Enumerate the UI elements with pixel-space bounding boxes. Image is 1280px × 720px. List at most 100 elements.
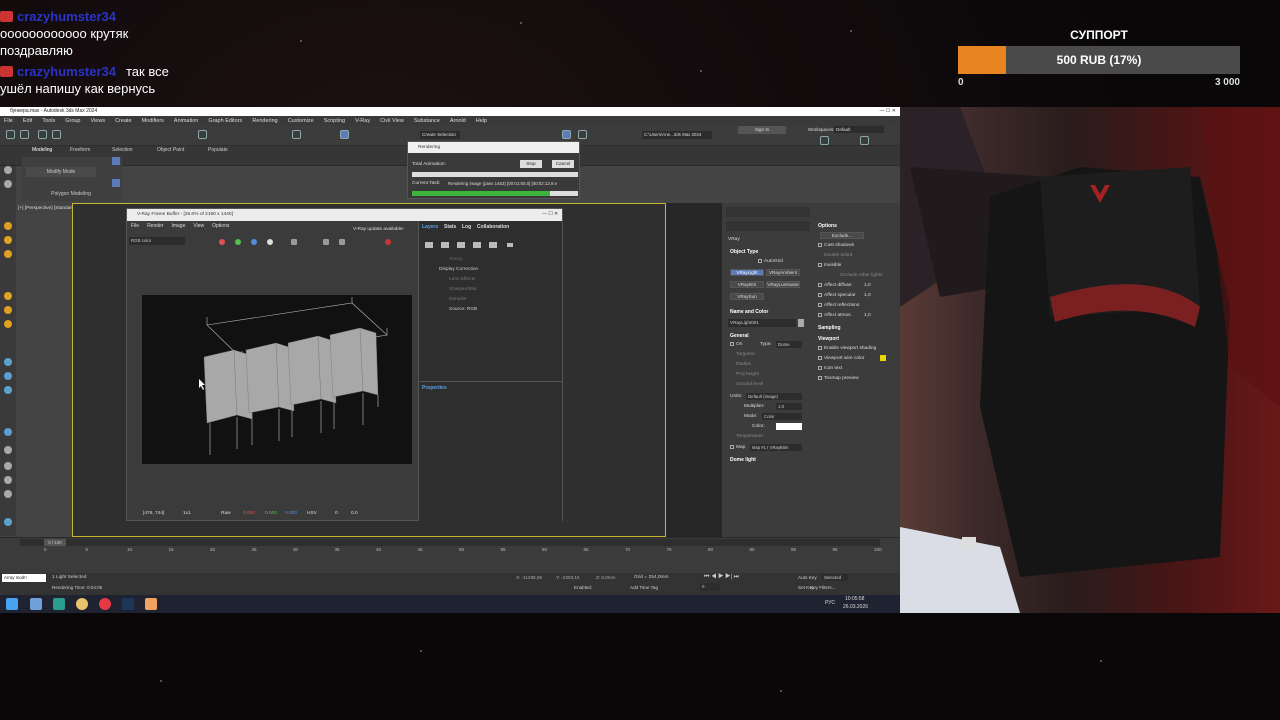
vray-icon[interactable]	[4, 518, 12, 526]
object-name-field[interactable]: VRayLight001	[728, 319, 796, 327]
time-slider[interactable]: 0 / 100	[20, 539, 880, 546]
sphere-icon[interactable]	[4, 446, 12, 454]
app-icon[interactable]	[99, 598, 111, 610]
object-type-header[interactable]: Object Type	[730, 249, 758, 255]
name-color-header[interactable]: Name and Color	[730, 309, 768, 315]
menu-item-customize[interactable]: Customize	[288, 116, 314, 126]
link-icon[interactable]	[38, 130, 47, 139]
menu-item-animation[interactable]: Animation	[174, 116, 198, 126]
double-sided-checkbox[interactable]: Double-sided	[824, 253, 852, 258]
exclude-button[interactable]: Exclude...	[820, 232, 864, 239]
affect-diffuse-value[interactable]: 1,0	[864, 283, 871, 288]
on-checkbox[interactable]: On	[730, 342, 742, 347]
create-category-icons[interactable]	[726, 221, 810, 231]
wire-color-checkbox[interactable]: Viewport wire color	[818, 356, 864, 361]
folder-icon[interactable]	[145, 598, 157, 610]
region-render-icon[interactable]	[323, 239, 329, 245]
general-header[interactable]: General	[730, 333, 749, 339]
menu-item-edit[interactable]: Edit	[23, 116, 32, 126]
layer-item[interactable]: Sharpen/Blur	[449, 287, 477, 292]
object-color-swatch[interactable]	[798, 319, 804, 327]
viewport-header[interactable]: Viewport	[818, 336, 839, 342]
help-icon[interactable]	[820, 136, 829, 145]
menu-item-arnold[interactable]: Arnold	[450, 116, 466, 126]
cast-shadows-checkbox[interactable]: Cast shadows	[818, 243, 854, 248]
maxscript-listener[interactable]: Array mod!!	[2, 574, 46, 582]
vfb-menu-render[interactable]: Render	[147, 221, 163, 231]
menu-item-scripting[interactable]: Scripting	[324, 116, 345, 126]
ribbon-tab-freeform[interactable]: Freeform	[70, 147, 90, 153]
sampling-header[interactable]: Sampling	[818, 325, 841, 331]
selection-set-dropdown[interactable]: Create Selection Se	[420, 131, 460, 145]
render-icon[interactable]	[578, 130, 587, 139]
wire-color-swatch[interactable]	[880, 355, 886, 361]
ribbon-tab-selection[interactable]: Selection	[112, 147, 133, 153]
timeline[interactable]: 0 / 100 0 5 10 15 20 25 30 35 40 45 50 55 60 65 70 75 80…	[0, 537, 900, 573]
light-icon[interactable]	[4, 166, 12, 174]
stop-render-icon[interactable]	[385, 239, 391, 245]
alpha-channel-icon[interactable]	[267, 239, 273, 245]
globe-icon[interactable]	[4, 372, 12, 380]
move-icon[interactable]	[292, 130, 301, 139]
ribbon-icon[interactable]	[112, 179, 120, 187]
blue-channel-icon[interactable]	[251, 239, 257, 245]
z-coord[interactable]: Z: 0,0mm	[596, 575, 615, 580]
map-button[interactable]: Map #1 ( VRayBitm	[750, 444, 802, 451]
menu-item-substance[interactable]: Substance	[414, 116, 440, 126]
camera-icon[interactable]	[4, 180, 12, 188]
polygon-modeling-label[interactable]: Polygon Modeling	[26, 191, 116, 197]
add-time-tag[interactable]: Add Time Tag	[630, 585, 658, 590]
vfb-menu-options[interactable]: Options	[212, 221, 229, 231]
map-checkbox[interactable]: Map	[730, 445, 745, 450]
playback-controls[interactable]: ⏮ ◀ ▶ ▶| ⏭	[704, 574, 739, 581]
save-image-icon[interactable]	[291, 239, 297, 245]
menu-item-v-ray[interactable]: V-Ray	[355, 116, 370, 126]
x-coord[interactable]: X: -11298,09	[516, 575, 542, 580]
vfb-menu-image[interactable]: Image	[171, 221, 185, 231]
icon-text-checkbox[interactable]: Icon text	[818, 366, 842, 371]
vraysun-button[interactable]: VRaySun	[730, 293, 764, 300]
vfb-menu-view[interactable]: View	[193, 221, 204, 231]
sun-icon[interactable]	[4, 306, 12, 314]
menu-item-rendering[interactable]: Rendering	[252, 116, 277, 126]
bulb-icon[interactable]	[4, 222, 12, 230]
color-mode-dropdown[interactable]: HSV	[307, 507, 317, 521]
menu-item-help[interactable]: Help	[476, 116, 487, 126]
targeted-checkbox[interactable]: Targeted	[736, 352, 755, 357]
command-panel-tabs[interactable]	[726, 207, 810, 217]
sun-icon[interactable]	[4, 320, 12, 328]
project-path[interactable]: C:\Users\Ane...3ds Max 2024	[642, 131, 712, 139]
ribbon-tab-modeling[interactable]: Modeling	[32, 147, 52, 153]
options-header[interactable]: Options	[818, 223, 837, 229]
cancel-button[interactable]: Cancel	[552, 160, 574, 168]
affect-atmos-value[interactable]: 1,0	[864, 313, 871, 318]
key-mode-dropdown[interactable]: Selected	[822, 574, 848, 581]
modify-mode-button[interactable]: Modify Mode	[26, 167, 96, 177]
ribbon-icon[interactable]	[112, 157, 120, 165]
time-slider-handle[interactable]: 0 / 100	[44, 539, 66, 546]
language-indicator[interactable]: РУС	[825, 600, 835, 606]
sign-in-button[interactable]: Sign In	[738, 126, 786, 134]
menu-item-create[interactable]: Create	[115, 116, 132, 126]
color-swatch[interactable]	[776, 423, 802, 430]
track-mouse-icon[interactable]	[339, 239, 345, 245]
affect-atmos-checkbox[interactable]: Affect atmos.	[818, 313, 852, 318]
refresh-icon[interactable]	[198, 130, 207, 139]
vraylight-button[interactable]: VRayLight	[730, 269, 764, 276]
auto-key-button[interactable]: Auto Key	[798, 575, 817, 580]
clock-time[interactable]: 10:05:58	[845, 596, 864, 602]
stop-button[interactable]: Stop	[520, 160, 542, 168]
menu-item-modifiers[interactable]: Modifiers	[142, 116, 164, 126]
green-channel-icon[interactable]	[235, 239, 241, 245]
vfb-window-controls[interactable]: — ☐ ✕	[542, 209, 558, 221]
redo-icon[interactable]	[20, 130, 29, 139]
window-controls[interactable]: — ☐ ✕	[880, 107, 896, 116]
key-filters-button[interactable]: Key Filters...	[810, 585, 836, 590]
layer-item[interactable]: Display Correction	[439, 267, 478, 272]
layer-item[interactable]: Lens Effects	[449, 277, 475, 282]
texmap-preview-checkbox[interactable]: Texmap preview	[818, 376, 859, 381]
menu-item-graph-editors[interactable]: Graph Editors	[208, 116, 242, 126]
menu-item-civil-view[interactable]: Civil View	[380, 116, 404, 126]
affect-specular-checkbox[interactable]: Affect specular	[818, 293, 856, 298]
chrome-icon[interactable]	[76, 598, 88, 610]
